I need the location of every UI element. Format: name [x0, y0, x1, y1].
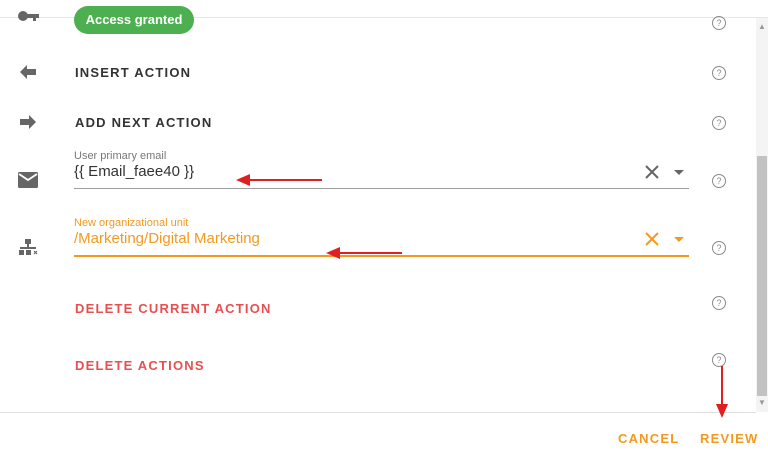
help-icon[interactable]: ? [712, 241, 726, 255]
footer-divider [0, 412, 756, 413]
clear-icon[interactable] [644, 164, 660, 180]
chevron-down-icon[interactable] [674, 237, 684, 242]
scrollbar-thumb[interactable] [757, 156, 767, 396]
help-icon[interactable]: ? [712, 174, 726, 188]
arrow-right-icon [20, 115, 36, 129]
field-underline [74, 255, 689, 257]
key-icon [18, 11, 39, 21]
chevron-down-icon[interactable] [674, 170, 684, 175]
clear-icon[interactable] [644, 231, 660, 247]
help-icon[interactable]: ? [712, 16, 726, 30]
scroll-down-icon[interactable]: ▼ [758, 398, 766, 407]
delete-actions-button[interactable]: DELETE ACTIONS [75, 358, 205, 373]
delete-current-action-button[interactable]: DELETE CURRENT ACTION [75, 301, 272, 316]
help-icon[interactable]: ? [712, 116, 726, 130]
field-underline [74, 188, 689, 189]
user-primary-email-label: User primary email [74, 150, 167, 162]
org-chart-icon [19, 239, 38, 255]
user-primary-email-input[interactable] [74, 163, 614, 180]
email-icon [18, 172, 38, 188]
cancel-button[interactable]: CANCEL [618, 431, 679, 446]
review-button[interactable]: REVIEW [700, 431, 758, 446]
help-icon[interactable]: ? [712, 353, 726, 367]
help-icon[interactable]: ? [712, 296, 726, 310]
help-icon[interactable]: ? [712, 66, 726, 80]
arrow-left-icon [20, 65, 36, 79]
add-next-action-button[interactable]: ADD NEXT ACTION [75, 115, 212, 130]
annotation-arrow-icon [326, 247, 402, 259]
status-badge: Access granted [74, 6, 194, 34]
insert-action-button[interactable]: INSERT ACTION [75, 65, 191, 80]
new-org-unit-label: New organizational unit [74, 217, 189, 229]
scroll-up-icon[interactable]: ▲ [758, 22, 766, 31]
new-org-unit-input[interactable] [74, 230, 614, 247]
